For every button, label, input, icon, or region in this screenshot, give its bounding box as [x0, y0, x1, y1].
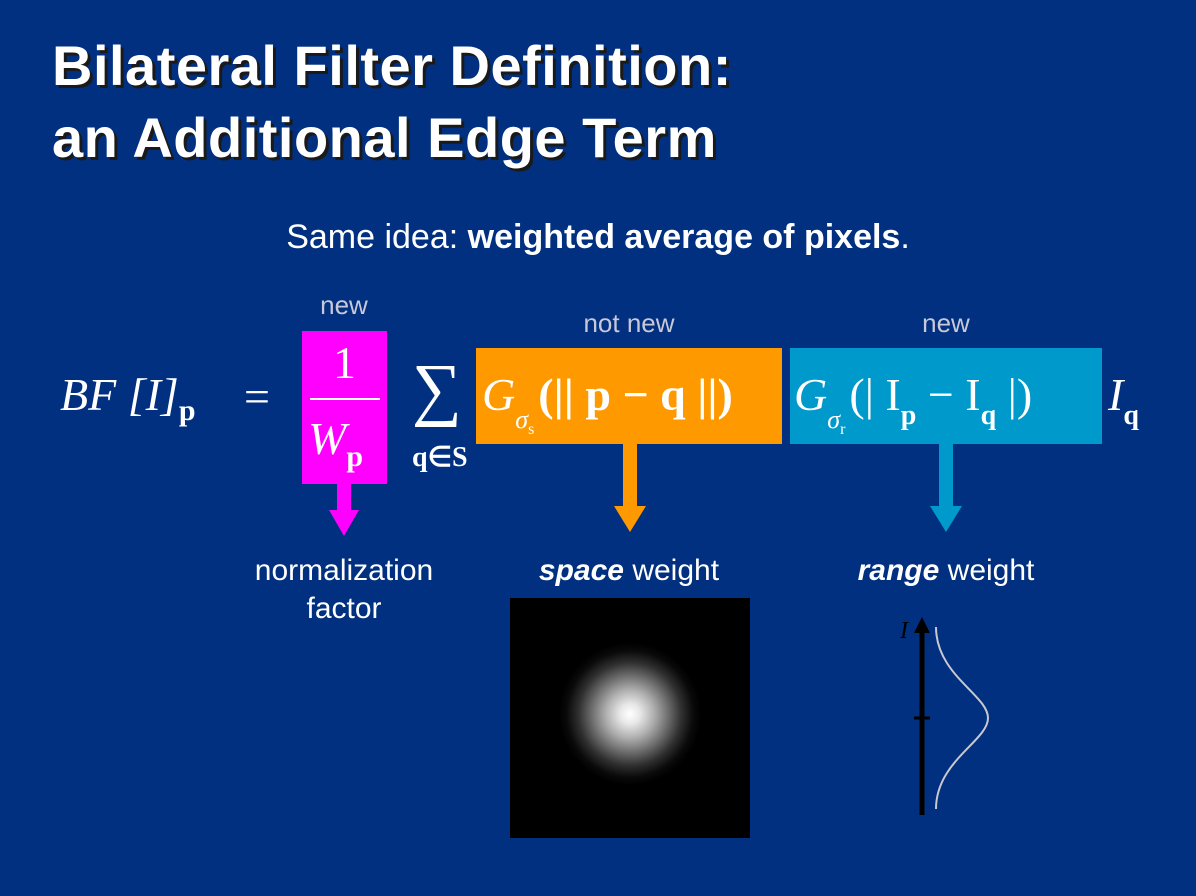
range-gaussian-plot: [914, 617, 990, 815]
range-arrow: [930, 444, 962, 532]
range-axis-label: I: [900, 618, 908, 644]
space-arrow: [614, 444, 646, 532]
range-weight-caption: range weight: [790, 552, 1102, 590]
normalization-arrow: [329, 484, 359, 536]
normalization-caption: normalization factor: [232, 552, 456, 628]
space-weight-caption: space weight: [476, 552, 782, 590]
normalization-caption-line2: factor: [306, 592, 382, 625]
range-gaussian-curve: [935, 626, 990, 810]
space-caption-bold: space: [538, 554, 624, 587]
normalization-caption-line1: normalization: [254, 554, 434, 587]
space-gaussian-image: [510, 598, 750, 838]
range-caption-bold: range: [857, 554, 940, 587]
range-caption-rest: weight: [939, 554, 1035, 587]
space-caption-rest: weight: [624, 554, 720, 587]
range-axis-arrowhead: [914, 617, 930, 633]
